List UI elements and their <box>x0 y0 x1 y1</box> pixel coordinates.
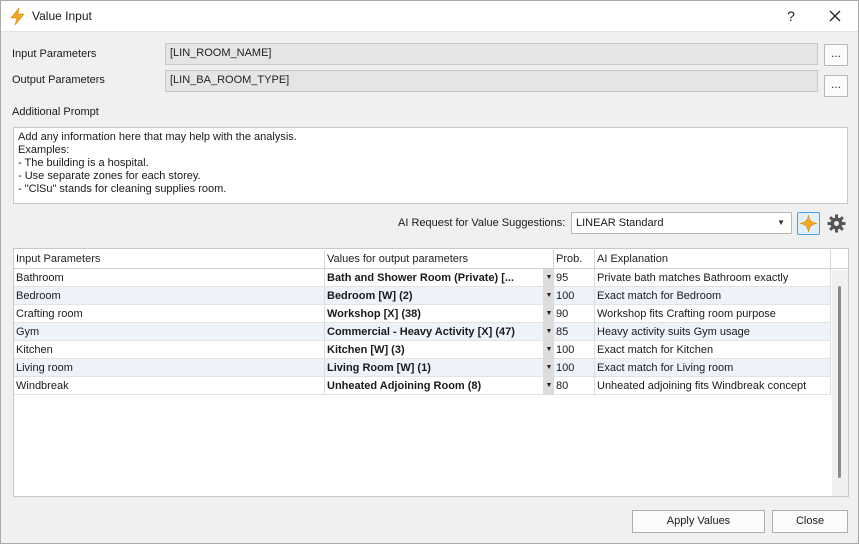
row-input: Gym <box>14 323 325 341</box>
grid-header: Input Parameters Values for output param… <box>14 249 848 269</box>
row-probability: 85 <box>554 323 595 341</box>
row-input: Bedroom <box>14 287 325 305</box>
row-probability: 100 <box>554 287 595 305</box>
row-explanation: Workshop fits Crafting room purpose <box>595 305 831 323</box>
row-explanation: Private bath matches Bathroom exactly <box>595 269 831 287</box>
row-input: Bathroom <box>14 269 325 287</box>
row-probability: 100 <box>554 341 595 359</box>
row-value[interactable]: Unheated Adjoining Room (8) <box>325 377 544 395</box>
table-row[interactable]: Kitchen Kitchen [W] (3) ▼ 100 Exact matc… <box>14 341 831 359</box>
row-explanation: Exact match for Kitchen <box>595 341 831 359</box>
close-icon <box>829 10 841 22</box>
table-row[interactable]: Crafting room Workshop [X] (38) ▼ 90 Wor… <box>14 305 831 323</box>
row-explanation: Exact match for Living room <box>595 359 831 377</box>
chevron-down-icon[interactable]: ▼ <box>544 323 554 341</box>
output-parameters-label: Output Parameters <box>12 74 105 86</box>
close-button[interactable]: Close <box>772 510 848 533</box>
row-value[interactable]: Bedroom [W] (2) <box>325 287 544 305</box>
row-probability: 80 <box>554 377 595 395</box>
value-mapping-grid: Input Parameters Values for output param… <box>13 248 849 497</box>
row-value[interactable]: Living Room [W] (1) <box>325 359 544 377</box>
header-probability[interactable]: Prob. <box>554 250 595 268</box>
output-parameters-field[interactable]: [LIN_BA_ROOM_TYPE] <box>165 70 818 92</box>
additional-prompt-textarea[interactable]: Add any information here that may help w… <box>13 127 848 204</box>
vertical-scrollbar[interactable] <box>832 270 848 496</box>
input-parameters-label: Input Parameters <box>12 48 97 60</box>
ai-request-select[interactable]: LINEAR Standard ▼ <box>571 212 792 234</box>
chevron-down-icon[interactable]: ▼ <box>544 269 554 287</box>
table-row[interactable]: Bathroom Bath and Shower Room (Private) … <box>14 269 831 287</box>
row-probability: 100 <box>554 359 595 377</box>
input-parameters-browse-button[interactable]: ... <box>824 44 848 66</box>
header-values-output[interactable]: Values for output parameters <box>325 250 554 268</box>
help-button[interactable]: ? <box>779 5 803 27</box>
gear-icon <box>827 214 846 233</box>
apply-values-button[interactable]: Apply Values <box>632 510 765 533</box>
chevron-down-icon[interactable]: ▼ <box>544 341 554 359</box>
table-row[interactable]: Windbreak Unheated Adjoining Room (8) ▼ … <box>14 377 831 395</box>
value-input-dialog: Value Input ? Input Parameters [LIN_ROOM… <box>0 0 859 544</box>
row-explanation: Heavy activity suits Gym usage <box>595 323 831 341</box>
ai-suggest-button[interactable] <box>797 212 820 235</box>
close-window-button[interactable] <box>823 5 847 27</box>
row-value[interactable]: Bath and Shower Room (Private) [... <box>325 269 544 287</box>
row-explanation: Exact match for Bedroom <box>595 287 831 305</box>
row-probability: 90 <box>554 305 595 323</box>
input-parameters-field[interactable]: [LIN_ROOM_NAME] <box>165 43 818 65</box>
row-input: Crafting room <box>14 305 325 323</box>
ai-request-label: AI Request for Value Suggestions: <box>398 217 566 229</box>
table-row[interactable]: Living room Living Room [W] (1) ▼ 100 Ex… <box>14 359 831 377</box>
chevron-down-icon[interactable]: ▼ <box>544 287 554 305</box>
chevron-down-icon[interactable]: ▼ <box>544 359 554 377</box>
sparkle-icon <box>799 214 818 233</box>
row-explanation: Unheated adjoining fits Windbreak concep… <box>595 377 831 395</box>
chevron-down-icon: ▼ <box>777 218 785 227</box>
title-bar: Value Input ? <box>1 1 858 32</box>
row-value[interactable]: Kitchen [W] (3) <box>325 341 544 359</box>
table-row[interactable]: Gym Commercial - Heavy Activity [X] (47)… <box>14 323 831 341</box>
row-value[interactable]: Workshop [X] (38) <box>325 305 544 323</box>
chevron-down-icon[interactable]: ▼ <box>544 305 554 323</box>
chevron-down-icon[interactable]: ▼ <box>544 377 554 395</box>
window-title: Value Input <box>32 9 92 23</box>
output-parameters-browse-button[interactable]: ... <box>824 75 848 97</box>
settings-button[interactable] <box>825 212 848 235</box>
row-input: Kitchen <box>14 341 325 359</box>
row-input: Windbreak <box>14 377 325 395</box>
header-ai-explanation[interactable]: AI Explanation <box>595 250 831 268</box>
row-input: Living room <box>14 359 325 377</box>
table-row[interactable]: Bedroom Bedroom [W] (2) ▼ 100 Exact matc… <box>14 287 831 305</box>
ai-request-selected: LINEAR Standard <box>576 217 664 229</box>
scrollbar-thumb[interactable] <box>838 286 841 478</box>
row-probability: 95 <box>554 269 595 287</box>
lightning-icon <box>10 8 25 25</box>
header-input-parameters[interactable]: Input Parameters <box>14 250 325 268</box>
row-value[interactable]: Commercial - Heavy Activity [X] (47) <box>325 323 544 341</box>
additional-prompt-label: Additional Prompt <box>12 106 99 118</box>
